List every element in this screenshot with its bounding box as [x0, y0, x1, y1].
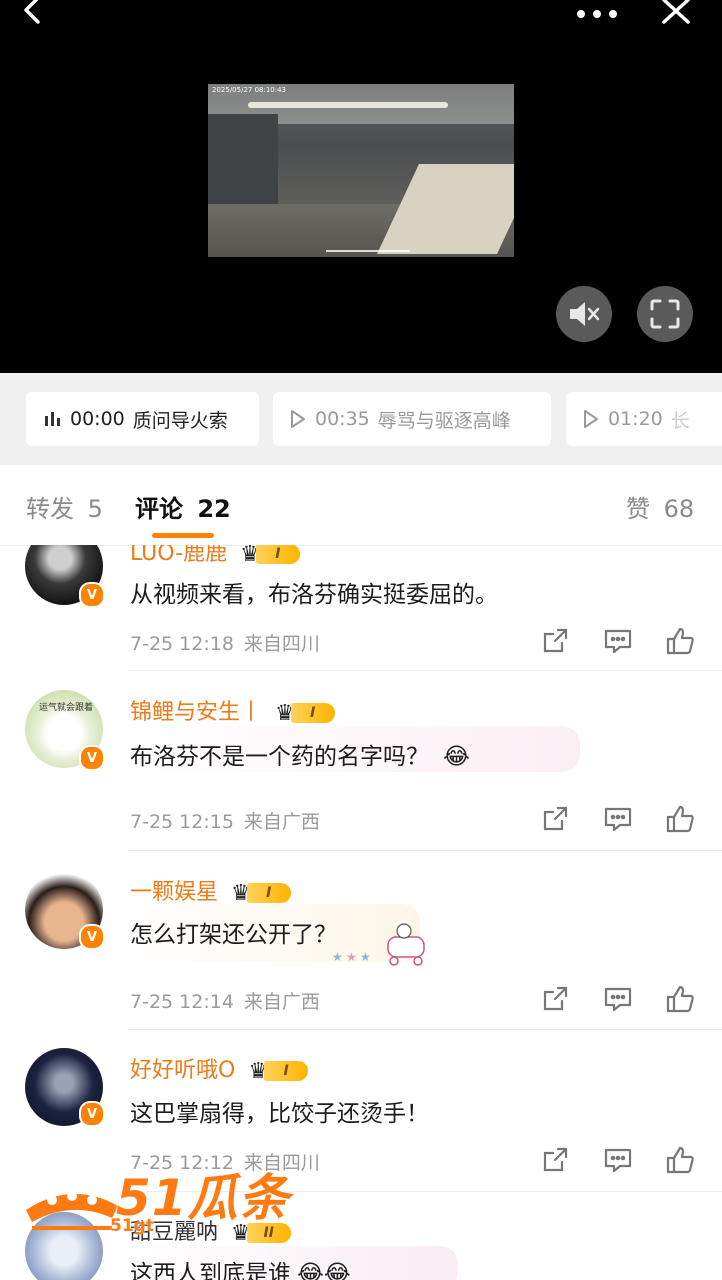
comment-username[interactable]: LUO-鹿鹿 ♛ I [130, 545, 300, 567]
comment-item: V 一颗娱星 ♛ I 怎么打架还公开了？ ★ ★ ★ 7-25 12:14 来自广西 [0, 851, 722, 1030]
svg-text:★: ★ [360, 950, 371, 964]
tab-bar: 转发 5 评论 22 赞 68 [0, 465, 722, 546]
active-tab-indicator [152, 533, 214, 538]
tab-repost[interactable]: 转发 5 [26, 489, 103, 524]
verified-badge-icon: V [79, 1101, 105, 1127]
comment-item: V LUO-鹿鹿 ♛ I 从视频来看，布洛芬确实挺委屈的。 7-25 12:18 来… [0, 545, 722, 671]
more-dots-icon[interactable] [576, 4, 618, 23]
reply-icon[interactable] [603, 1145, 633, 1175]
chapter-bar: 00:00 质问导火索 00:35 辱骂与驱逐高峰 01:20 长 [0, 373, 722, 465]
close-icon[interactable] [660, 0, 692, 30]
like-icon[interactable] [665, 1145, 695, 1175]
comment-item: 运气就会跟着 V 锦鲤与安生丨 ♛ I 布洛芬不是一个药的名字吗？ 😂 7-25 1… [0, 671, 722, 851]
chapter-title: 长 [670, 409, 690, 432]
reply-icon[interactable] [603, 984, 633, 1014]
verified-badge-icon: V [79, 924, 105, 950]
comment-meta: 7-25 12:15 来自广西 [130, 811, 320, 833]
comment-username[interactable]: 锦鲤与安生丨 ♛ I [130, 694, 335, 726]
tab-repost-count: 5 [87, 495, 103, 523]
tab-repost-label: 转发 [26, 495, 74, 523]
verified-badge-icon: V [79, 745, 105, 771]
fan-level-badge: ♛ I [275, 701, 335, 726]
play-icon [291, 410, 305, 428]
comment-text: 这巴掌扇得，比饺子还烫手！ [130, 1101, 429, 1127]
comment-meta: 7-25 12:14 来自广西 [130, 991, 320, 1013]
play-icon [584, 410, 598, 428]
reply-icon[interactable] [603, 804, 633, 834]
chapter-time: 00:35 [315, 408, 370, 430]
chapter-title: 辱骂与驱逐高峰 [377, 409, 511, 432]
comment-meta: 7-25 12:18 来自四川 [130, 633, 320, 655]
watermark-domain: 51gt [110, 1216, 154, 1236]
fullscreen-icon[interactable] [637, 286, 693, 342]
comment-text: 怎么打架还公开了？ [130, 922, 337, 948]
video-player[interactable]: 2025/05/27 08:10:43 [0, 0, 722, 373]
share-icon[interactable] [540, 984, 570, 1014]
svg-text:★: ★ [332, 950, 343, 964]
comment-username[interactable]: 一颗娱星 ♛ I [130, 874, 291, 906]
chapter-chip-2[interactable]: 00:35 辱骂与驱逐高峰 [273, 392, 551, 446]
chapter-time: 01:20 [608, 408, 663, 430]
share-icon[interactable] [540, 804, 570, 834]
tab-comments-count: 22 [197, 495, 231, 523]
fan-level-badge: ♛ I [248, 1059, 309, 1084]
comment-text: 布洛芬不是一个药的名字吗？ 😂 [130, 744, 470, 770]
laugh-cry-emoji: 😂😂 [297, 1261, 351, 1280]
tab-comments-label: 评论 [135, 495, 183, 523]
laugh-cry-emoji: 😂 [443, 744, 470, 770]
mute-icon[interactable] [556, 286, 612, 342]
chapter-chip-3[interactable]: 01:20 长 [566, 392, 722, 446]
avatar-caption: 运气就会跟着 [38, 703, 93, 713]
tab-likes-count: 68 [663, 495, 695, 523]
bubble-sticker-icon: ★ ★ ★ [332, 921, 432, 971]
video-frame[interactable]: 2025/05/27 08:10:43 [208, 84, 514, 257]
comment-text: 这西人到底是谁 😂😂 [130, 1254, 351, 1280]
tab-likes-label: 赞 [626, 495, 650, 523]
like-icon[interactable] [665, 626, 695, 656]
comment-username[interactable]: 好好听哦O ♛ I [130, 1052, 309, 1084]
reply-icon[interactable] [603, 626, 633, 656]
comment-item: V 好好听哦O ♛ I 这巴掌扇得，比饺子还烫手！ 7-25 12:12 来自四川 [0, 1030, 722, 1192]
chapter-time: 00:00 [70, 408, 125, 430]
tab-comments[interactable]: 评论 22 [135, 489, 231, 524]
back-arrow-icon[interactable] [20, 0, 46, 32]
comment-text: 从视频来看，布洛芬确实挺委屈的。 [130, 582, 498, 608]
video-timestamp: 2025/05/27 08:10:43 [212, 86, 287, 94]
video-progress [326, 250, 410, 252]
fan-level-badge: ♛ I [231, 881, 291, 906]
like-icon[interactable] [665, 804, 695, 834]
svg-text:★: ★ [346, 950, 357, 964]
chapter-chip-1[interactable]: 00:00 质问导火索 [26, 392, 259, 446]
verified-badge-icon: V [79, 582, 105, 608]
like-icon[interactable] [665, 984, 695, 1014]
audio-bars-icon [45, 412, 60, 426]
fan-level-badge: ♛ I [240, 545, 300, 567]
share-icon[interactable] [540, 1145, 570, 1175]
tab-likes[interactable]: 赞 68 [626, 489, 694, 524]
share-icon[interactable] [540, 626, 570, 656]
chapter-title: 质问导火索 [132, 409, 228, 432]
